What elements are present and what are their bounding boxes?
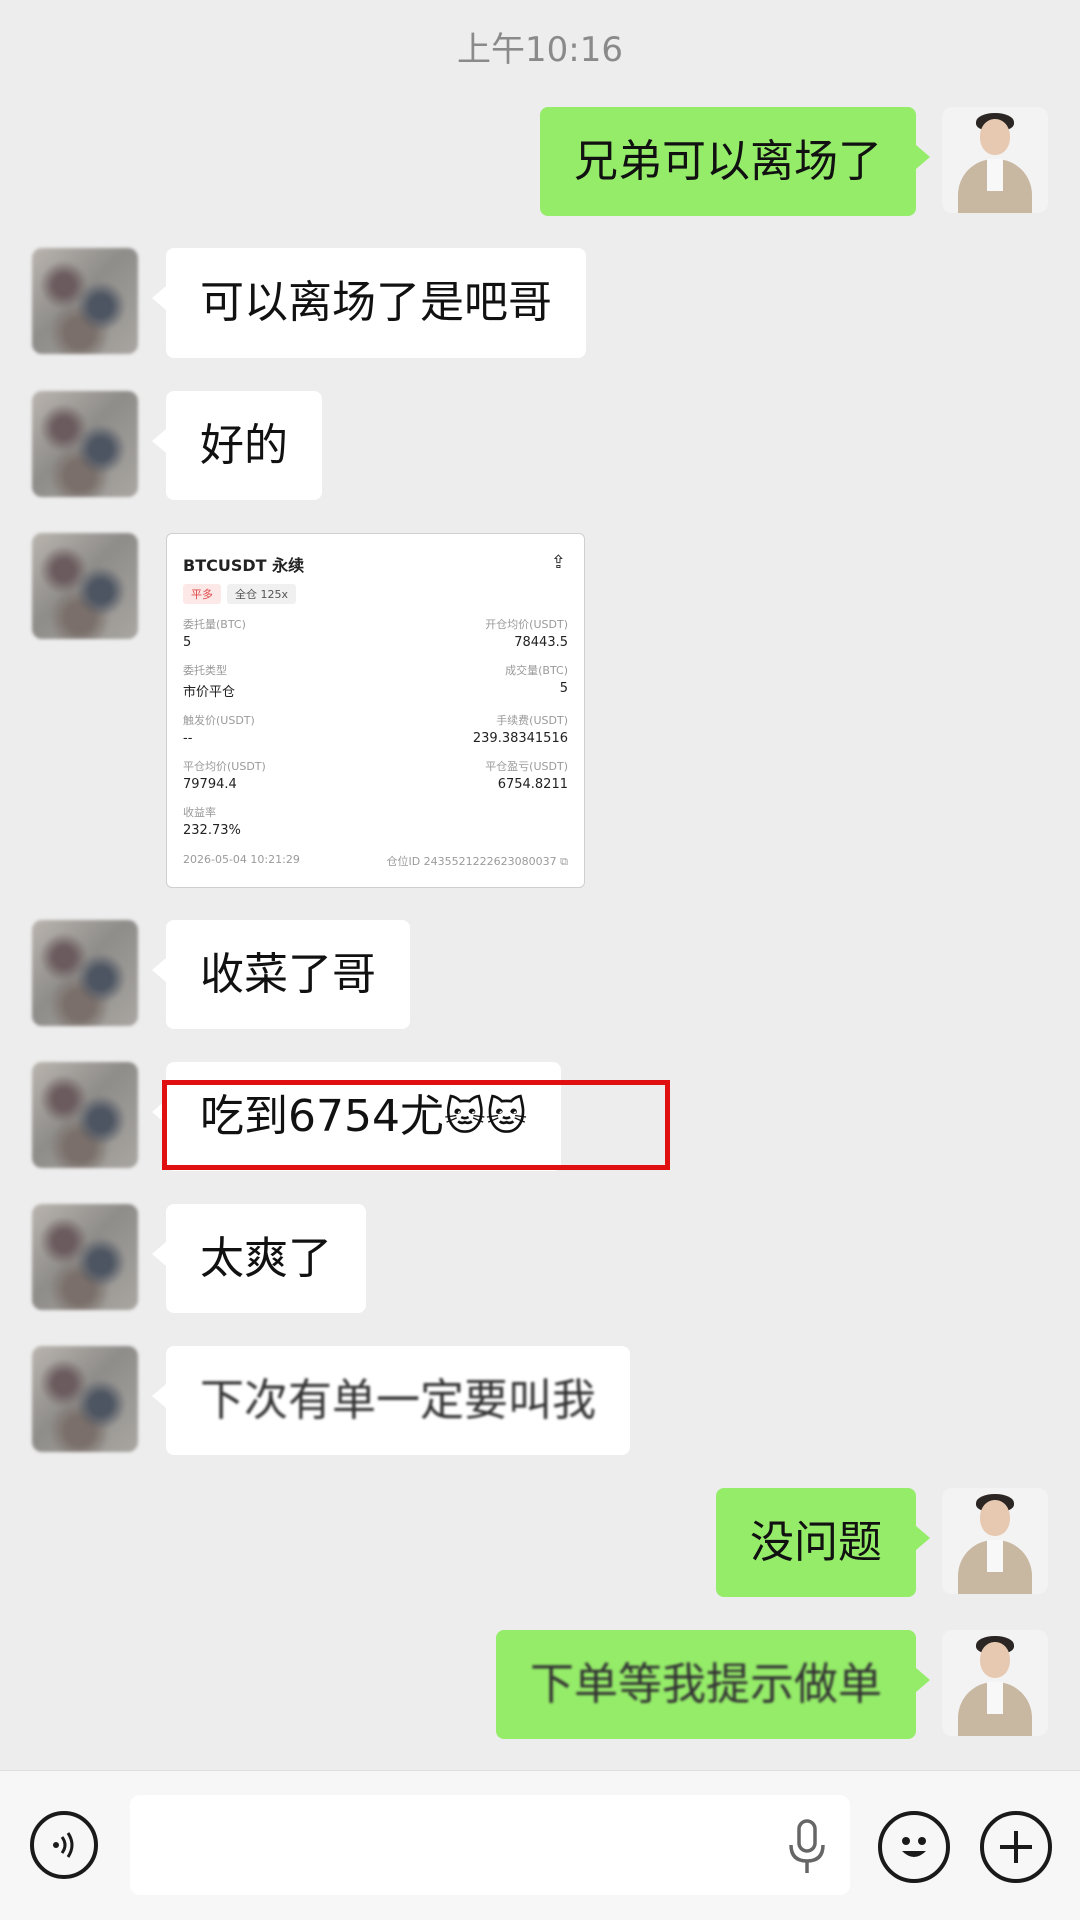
field-label: 成交量(BTC)	[505, 664, 568, 677]
field-label: 收益率	[183, 806, 216, 819]
message-bubble[interactable]: 太爽了	[152, 1204, 366, 1313]
plus-icon[interactable]	[980, 1811, 1052, 1883]
field-value: 239.38341516	[472, 731, 568, 746]
margin-tag: 全仓 125x	[227, 584, 297, 604]
position-id: 仓位ID 2435521222623080037 ⧉	[386, 855, 568, 868]
field-value: 79794.4	[183, 777, 237, 792]
copy-icon[interactable]: ⧉	[560, 855, 568, 868]
contact-avatar[interactable]	[32, 1346, 138, 1452]
field-label: 委托类型	[183, 664, 227, 677]
field-label: 触发价(USDT)	[183, 714, 255, 727]
message-text: 下单等我提示做单	[530, 1658, 882, 1710]
message-text: 下次有单一定要叫我	[200, 1374, 596, 1426]
message-bubble[interactable]: 兄弟可以离场了	[540, 107, 930, 216]
field-value: 6754.8211	[497, 777, 568, 792]
contact-avatar[interactable]	[32, 1204, 138, 1310]
contact-avatar[interactable]	[32, 248, 138, 354]
my-avatar[interactable]	[942, 1488, 1048, 1594]
field-value: 5	[559, 681, 568, 696]
input-bar	[0, 1770, 1080, 1920]
field-label: 开仓均价(USDT)	[485, 618, 568, 631]
field-value: 78443.5	[514, 635, 568, 650]
contact-avatar[interactable]	[32, 533, 138, 639]
field-label: 手续费(USDT)	[496, 714, 568, 727]
red-highlight-box	[162, 1080, 670, 1170]
field-value: 市价平仓	[183, 685, 236, 700]
side-tag: 平多	[183, 584, 221, 604]
share-icon: ⇪	[550, 552, 566, 573]
voice-icon[interactable]	[30, 1811, 98, 1879]
field-value: 232.73%	[183, 823, 241, 838]
field-value: 5	[183, 635, 192, 650]
contact-avatar[interactable]	[32, 920, 138, 1026]
message-bubble[interactable]: 下单等我提示做单	[496, 1630, 930, 1739]
my-avatar[interactable]	[942, 107, 1048, 213]
order-screenshot-card[interactable]: BTCUSDT 永续 ⇪ 平多 全仓 125x 委托量(BTC) 5 开仓均价(U…	[166, 533, 585, 888]
message-bubble[interactable]: 没问题	[716, 1488, 930, 1597]
field-label: 平仓均价(USDT)	[183, 760, 266, 773]
message-bubble[interactable]: 收菜了哥	[152, 920, 410, 1029]
message-bubble[interactable]: 可以离场了是吧哥	[152, 248, 586, 358]
field-label: 委托量(BTC)	[183, 618, 246, 631]
message-bubble[interactable]: 下次有单一定要叫我	[152, 1346, 630, 1455]
microphone-icon[interactable]	[782, 1817, 832, 1877]
message-bubble[interactable]: 好的	[152, 391, 322, 500]
field-label: 平仓盈亏(USDT)	[485, 760, 568, 773]
order-datetime: 2026-05-04 10:21:29	[183, 853, 300, 866]
my-avatar[interactable]	[942, 1630, 1048, 1736]
timestamp: 上午10:16	[457, 30, 623, 70]
emoji-icon[interactable]	[878, 1811, 950, 1883]
field-value: --	[183, 731, 193, 746]
contact-avatar[interactable]	[32, 391, 138, 497]
card-title: BTCUSDT 永续	[183, 556, 305, 575]
contact-avatar[interactable]	[32, 1062, 138, 1168]
message-input[interactable]	[130, 1795, 850, 1895]
